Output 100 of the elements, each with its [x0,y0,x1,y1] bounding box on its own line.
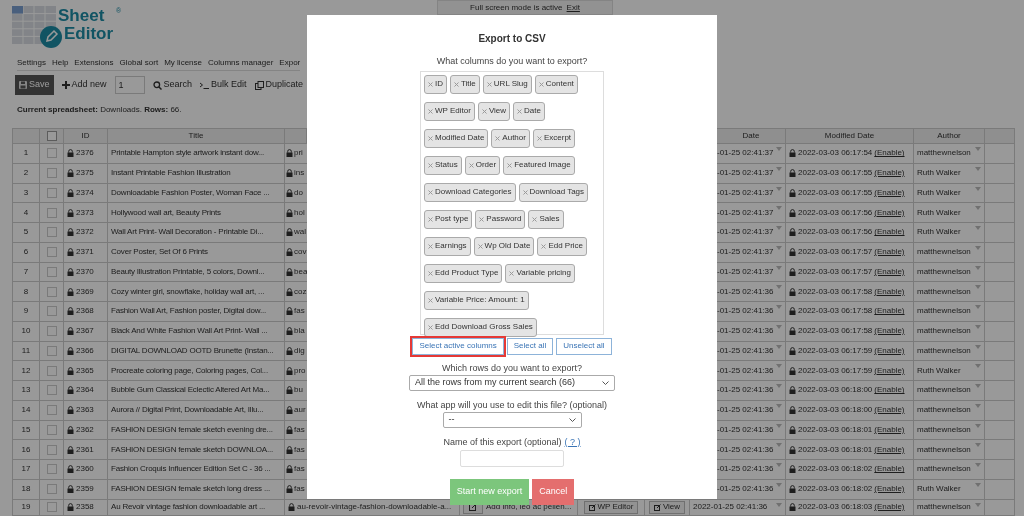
bulk-edit-button[interactable]: Bulk Edit [200,78,247,92]
menu-item[interactable]: Extensions [74,56,114,69]
rows-select[interactable]: All the rows from my current search (66) [409,375,615,391]
enable-link[interactable]: (Enable) [874,325,905,338]
column-tag[interactable]: Sales [528,209,564,229]
spreadsheet-status: Current spreadsheet: Downloads. Rows: 66. [17,104,182,116]
select-columns-button[interactable]: Select all [506,337,554,355]
enable-link[interactable]: (Enable) [874,186,905,199]
column-tag[interactable]: Status [424,155,462,175]
row-checkbox[interactable] [46,345,57,356]
menu-item[interactable]: My license [164,56,202,69]
enable-link[interactable]: (Enable) [874,364,905,377]
column-tag[interactable]: Earnings [424,236,471,256]
row-checkbox[interactable] [46,405,57,416]
enable-link[interactable]: (Enable) [874,305,905,318]
row-checkbox[interactable] [46,365,57,376]
column-tag[interactable]: Post type [424,209,473,229]
row-checkbox[interactable] [46,168,57,179]
row-checkbox[interactable] [46,326,57,337]
author-cell: Ruth Walker [917,226,961,239]
title-cell: Fashion Croquis Influencer Edition Set C - 36 ... [108,460,285,479]
menu-item[interactable]: Global sort [119,56,159,69]
column-tag[interactable]: Edd Product Type [424,263,503,283]
column-tag[interactable]: Featured Image [503,155,575,175]
export-name-field[interactable] [460,450,564,467]
column-tag[interactable]: Content [534,74,578,94]
row-checkbox[interactable] [46,484,57,495]
column-tag[interactable]: Variable Price: Amount: 1 [424,290,529,310]
enable-link[interactable]: (Enable) [874,226,905,239]
column-tag[interactable]: URL Slug [482,74,532,94]
row-checkbox[interactable] [46,266,57,277]
wp-editor-button[interactable]: WP Editor [583,500,639,514]
column-tag[interactable]: Variable pricing [505,263,575,283]
title-cell: Bubble Gum Classical Eclectic Altered Art Ma... [108,381,285,400]
enable-link[interactable]: (Enable) [874,384,905,397]
column-tag[interactable]: Author [491,128,530,148]
column-tag-list[interactable] [420,70,604,335]
row-checkbox[interactable] [46,227,57,238]
enable-link[interactable]: (Enable) [874,206,905,219]
remove-icon [495,135,501,141]
author-cell: matthewnelson [917,305,971,318]
select-columns-button[interactable]: Select active columns [412,337,504,355]
date-cell: -01-25 02:41:36 [717,305,774,318]
row-checkbox[interactable] [46,385,57,396]
row-checkbox[interactable] [46,444,57,455]
cancel-button[interactable]: Cancel [532,479,575,505]
search-button[interactable]: Search [152,78,193,92]
enable-link[interactable]: (Enable) [874,404,905,417]
row-checkbox[interactable] [46,424,57,435]
help-link[interactable]: ( ? ) [564,435,581,449]
row-checkbox[interactable] [46,247,57,258]
enable-link[interactable]: (Enable) [874,344,905,357]
count-field[interactable]: 1 [114,76,145,94]
enable-link[interactable]: (Enable) [874,423,905,436]
column-tag[interactable]: Title [450,74,480,94]
app-select[interactable]: -- [442,412,582,428]
column-tag[interactable]: Edd Download Gross Sales [424,317,537,337]
enable-link[interactable]: (Enable) [874,147,905,160]
enable-link[interactable]: (Enable) [874,501,905,513]
column-tag[interactable]: Download Tags [518,182,589,202]
menu-item[interactable]: Settings [17,56,46,69]
select-columns-button[interactable]: Unselect all [556,337,612,355]
row-checkbox[interactable] [46,306,57,317]
column-tag[interactable]: View [477,101,511,121]
select-all-checkbox[interactable] [46,131,57,141]
row-checkbox[interactable] [46,502,57,512]
column-tag[interactable]: Date [513,101,545,121]
enable-link[interactable]: (Enable) [874,285,905,298]
column-tag[interactable]: Wp Old Date [473,236,535,256]
lock-icon [67,366,74,375]
column-tag[interactable]: Password [475,209,526,229]
enable-link[interactable]: (Enable) [874,265,905,278]
row-checkbox[interactable] [46,148,57,159]
menu-item[interactable]: Help [51,56,69,69]
enable-link[interactable]: (Enable) [874,483,905,496]
save-button[interactable]: Save [15,75,54,95]
add-new-button[interactable]: Add new [61,78,107,92]
menu-item[interactable]: Columns manager [208,56,274,69]
row-checkbox[interactable] [46,464,57,475]
enable-link[interactable]: (Enable) [874,246,905,259]
row-checkbox[interactable] [46,207,57,218]
enable-link[interactable]: (Enable) [874,463,905,476]
enable-link[interactable]: (Enable) [874,167,905,180]
row-checkbox[interactable] [46,286,57,297]
id-cell: 2360 [76,463,94,476]
menu-item[interactable]: Expor [279,56,301,69]
column-tag[interactable]: Excerpt [532,128,576,148]
column-tag[interactable]: ID [424,74,447,94]
exit-link[interactable]: Exit [566,1,580,14]
title-cell: Au Revoir vintage fashion downloadable art ... [108,499,285,515]
column-tag[interactable]: Edd Price [537,236,588,256]
column-tag[interactable]: WP Editor [424,101,475,121]
column-tag[interactable]: Modified Date [424,128,489,148]
row-checkbox[interactable] [46,187,57,198]
enable-link[interactable]: (Enable) [874,443,905,456]
view-button[interactable]: View [648,500,686,514]
column-tag[interactable]: Download Categories [424,182,516,202]
slug-cell: dig [294,344,305,357]
column-tag[interactable]: Order [464,155,501,175]
duplicate-button[interactable]: Duplicate [254,78,304,92]
